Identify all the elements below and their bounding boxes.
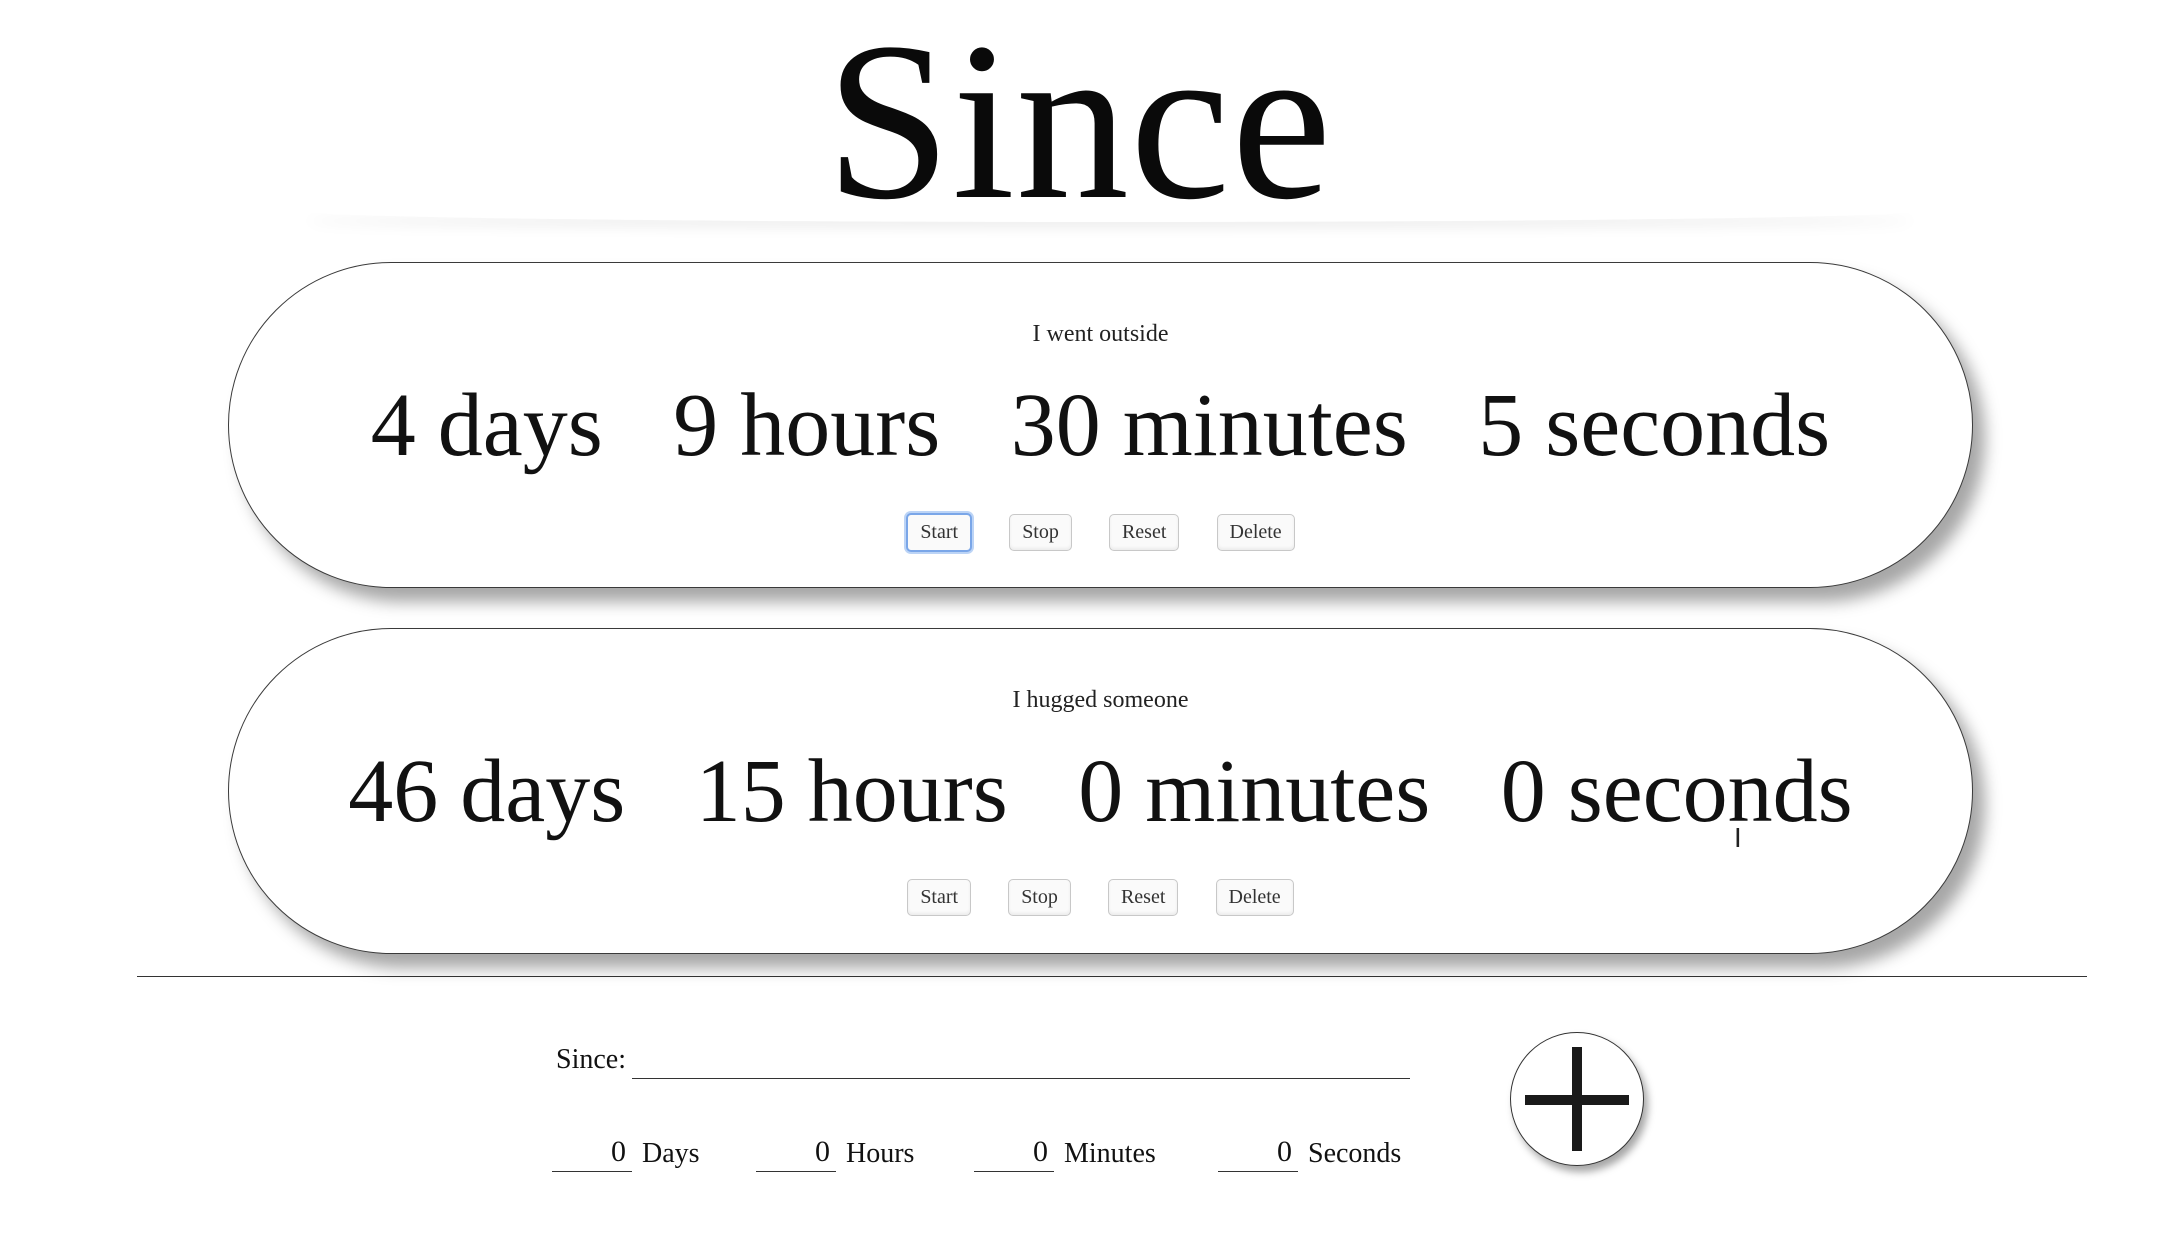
title-shadow [300,200,1920,222]
seconds-unit: seconds [1567,742,1853,841]
hours-value: 9 [673,376,719,475]
hours-unit: hours [740,376,941,475]
delete-button[interactable]: Delete [1216,514,1295,551]
timer-label: I went outside [1032,321,1169,347]
timer-card: I went outside 4 days 9 hours 30 minutes 5s… [228,262,1973,588]
minutes-value: 0 [1078,742,1124,841]
plus-icon-horizontal [1525,1095,1629,1105]
seconds-label: Seconds [1308,1138,1402,1169]
days-label: Days [642,1138,700,1169]
add-timer-button[interactable] [1510,1032,1644,1166]
days-input[interactable] [552,1132,632,1172]
text-cursor-icon: I [1734,824,1742,854]
seconds-unit: seconds [1545,376,1831,475]
timer-buttons: Start Stop Reset Delete [229,513,1972,552]
hours-unit: hours [807,742,1008,841]
minutes-label: Minutes [1064,1138,1156,1169]
counter-seconds: 0 seconds [1501,742,1853,841]
seconds-input[interactable] [1218,1132,1298,1172]
counter-seconds: 5 seconds [1478,376,1830,475]
start-button[interactable]: Start [906,513,973,552]
days-value: 46 [348,742,439,841]
counter-days: 46 days [348,742,625,841]
hours-label: Hours [846,1138,915,1169]
seconds-value: 5 [1478,376,1524,475]
reset-button[interactable]: Reset [1108,514,1180,551]
start-button[interactable]: Start [907,879,972,916]
divider [137,976,2087,977]
counter-hours: 9 hours [673,376,940,475]
stop-button[interactable]: Stop [1009,514,1072,551]
counter-days: 4 days [371,376,603,475]
days-value: 4 [370,376,416,475]
counter-minutes: 0 minutes [1078,742,1430,841]
timer-card: I hugged someone 46 days 15 hours 0 minutes… [228,628,1973,954]
counter-minutes: 30 minutes [1011,376,1408,475]
timer-buttons: Start Stop Reset Delete [229,879,1972,916]
timer-label: I hugged someone [1012,687,1189,713]
reset-button[interactable]: Reset [1107,879,1179,916]
hours-input[interactable] [756,1132,836,1172]
delete-button[interactable]: Delete [1215,879,1294,916]
stop-button[interactable]: Stop [1008,879,1071,916]
hours-value: 15 [695,742,786,841]
since-app: Since I went outside 4 days 9 hours 30 minu… [0,0,2158,1239]
minutes-unit: minutes [1145,742,1431,841]
minutes-value: 30 [1010,376,1101,475]
seconds-value: 0 [1500,742,1546,841]
days-unit: days [437,376,603,475]
counter-hours: 15 hours [696,742,1008,841]
minutes-input[interactable] [974,1132,1054,1172]
minutes-unit: minutes [1122,376,1408,475]
timer-counter: 4 days 9 hours 30 minutes 5 seconds [229,381,1972,471]
since-input[interactable] [632,1036,1410,1079]
timer-counter: 46 days 15 hours 0 minutes 0 seconds [229,747,1972,837]
days-unit: days [460,742,626,841]
since-label: Since: [556,1044,626,1075]
